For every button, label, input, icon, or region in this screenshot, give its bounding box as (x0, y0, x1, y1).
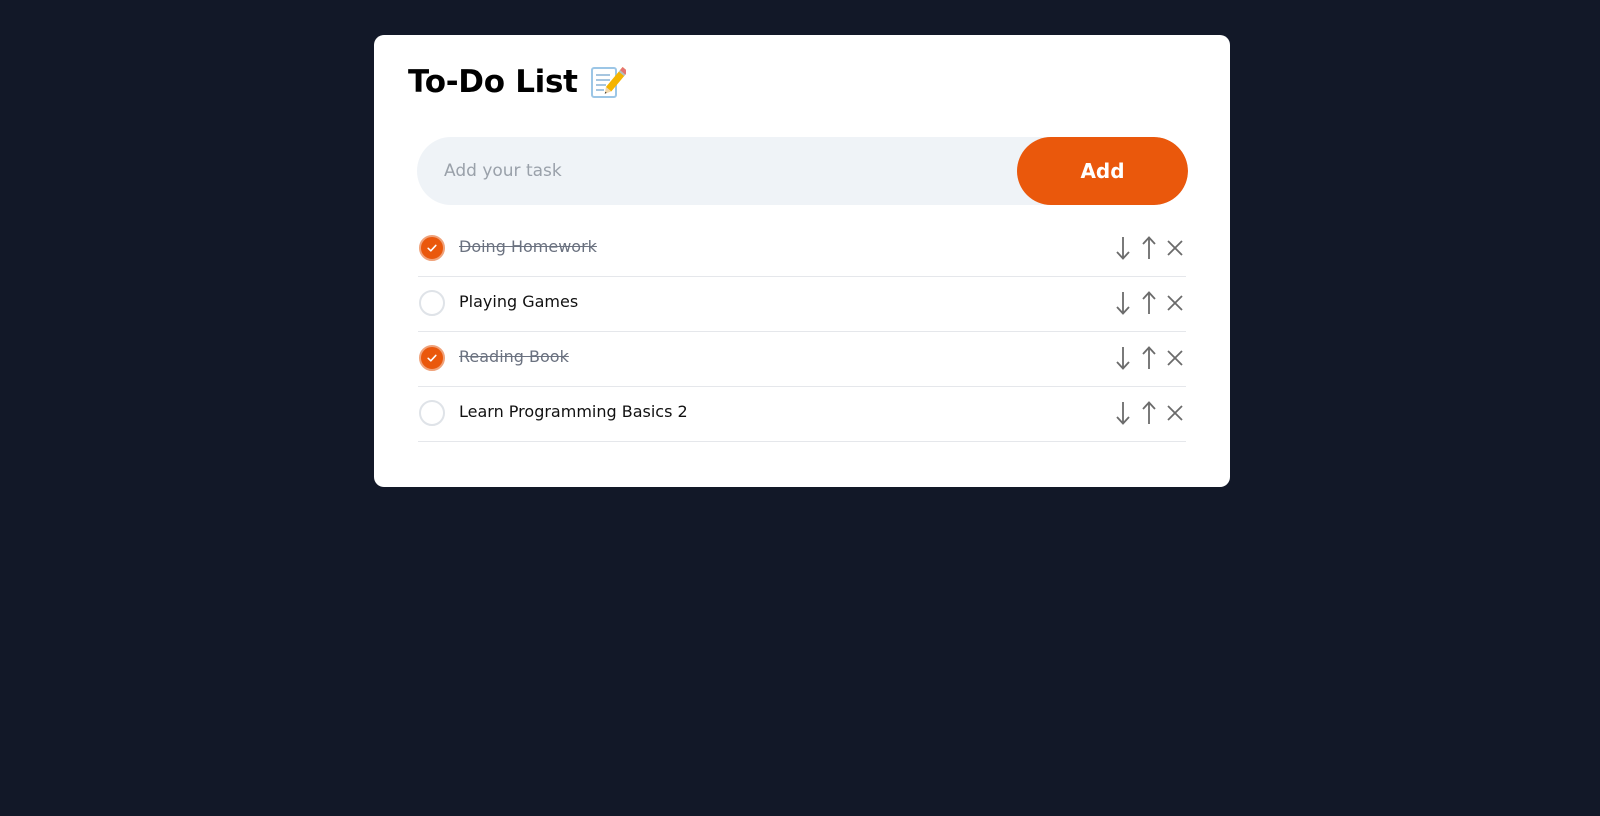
task-checkbox[interactable] (419, 400, 445, 426)
delete-button[interactable] (1164, 234, 1186, 262)
todo-card: To-Do List Add Doing HomeworkPlaying (374, 35, 1230, 487)
task-text[interactable]: Doing Homework (459, 237, 597, 256)
task-actions (1112, 234, 1186, 262)
move-up-button[interactable] (1138, 289, 1160, 317)
arrow-up-icon (1140, 400, 1158, 426)
arrow-up-icon (1140, 235, 1158, 261)
task-actions (1112, 399, 1186, 427)
task-input[interactable] (417, 137, 1007, 205)
delete-button[interactable] (1164, 399, 1186, 427)
task-text[interactable]: Playing Games (459, 292, 578, 311)
add-task-form: Add (417, 137, 1188, 205)
close-icon (1165, 403, 1185, 423)
arrow-down-icon (1114, 400, 1132, 426)
task-actions (1112, 344, 1186, 372)
move-down-button[interactable] (1112, 289, 1134, 317)
move-up-button[interactable] (1138, 344, 1160, 372)
move-down-button[interactable] (1112, 399, 1134, 427)
add-button[interactable]: Add (1017, 137, 1188, 205)
move-down-button[interactable] (1112, 234, 1134, 262)
arrow-down-icon (1114, 235, 1132, 261)
memo-pencil-icon (588, 63, 628, 101)
arrow-down-icon (1114, 345, 1132, 371)
task-item: Playing Games (418, 277, 1186, 332)
task-list: Doing Homework Playing Games Reading Book L… (418, 222, 1186, 442)
task-item: Learn Programming Basics 2 (418, 387, 1186, 442)
task-item: Reading Book (418, 332, 1186, 387)
close-icon (1165, 238, 1185, 258)
page-title: To-Do List (408, 64, 578, 100)
task-text[interactable]: Learn Programming Basics 2 (459, 402, 688, 421)
task-text[interactable]: Reading Book (459, 347, 569, 366)
task-checkbox-checked[interactable] (419, 235, 445, 261)
close-icon (1165, 348, 1185, 368)
arrow-up-icon (1140, 345, 1158, 371)
arrow-up-icon (1140, 290, 1158, 316)
move-down-button[interactable] (1112, 344, 1134, 372)
close-icon (1165, 293, 1185, 313)
delete-button[interactable] (1164, 289, 1186, 317)
task-actions (1112, 289, 1186, 317)
task-checkbox-checked[interactable] (419, 345, 445, 371)
task-item: Doing Homework (418, 222, 1186, 277)
move-up-button[interactable] (1138, 234, 1160, 262)
arrow-down-icon (1114, 290, 1132, 316)
delete-button[interactable] (1164, 344, 1186, 372)
title-row: To-Do List (408, 63, 628, 101)
move-up-button[interactable] (1138, 399, 1160, 427)
task-checkbox[interactable] (419, 290, 445, 316)
